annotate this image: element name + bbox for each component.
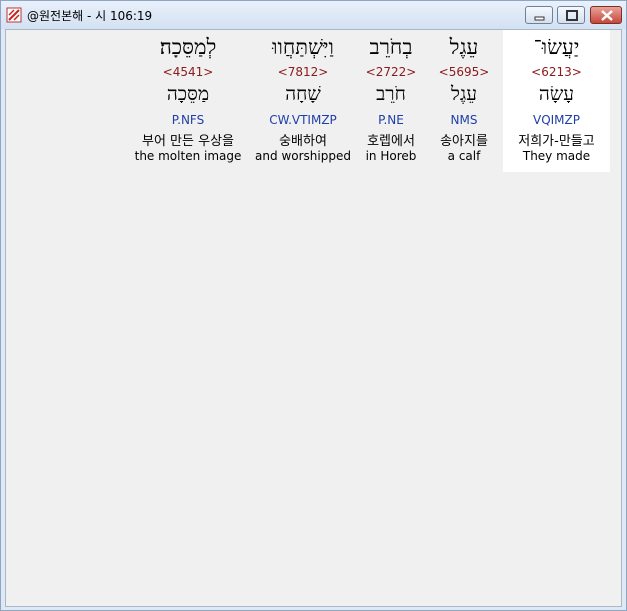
- minimize-button[interactable]: [525, 6, 553, 24]
- lemma: עָשָׂה: [538, 83, 575, 105]
- korean-gloss: 호렙에서: [367, 134, 415, 149]
- minimize-icon: [534, 16, 545, 21]
- strong-number[interactable]: <2722>: [357, 65, 425, 79]
- word-column[interactable]: עֵגֶל <5695> עֵגֶל NMS 송아지를 a calf: [429, 30, 499, 172]
- hebrew-word: עֵגֶל: [449, 35, 479, 59]
- close-icon: [601, 10, 613, 21]
- word-column-selected[interactable]: יַעֲשׂוּ־ <6213> עָשָׂה VQIMZP 저희가-만들고 T…: [503, 30, 610, 172]
- strong-number[interactable]: <7812>: [253, 65, 353, 79]
- hebrew-word: בְחֹרֵב: [369, 35, 413, 59]
- english-gloss: the molten image: [134, 149, 242, 163]
- strong-number[interactable]: <6213>: [503, 65, 610, 79]
- title-bar[interactable]: @원전본해 - 시 106:19: [1, 1, 626, 29]
- korean-gloss: 부어 만든 우상을: [142, 134, 234, 149]
- app-window: @원전본해 - 시 106:19 לְמַסֵּכָה׃ <4541> מַסֵ…: [0, 0, 627, 611]
- korean-gloss: 저희가-만들고: [518, 134, 595, 149]
- strong-number[interactable]: <5695>: [429, 65, 499, 79]
- close-button[interactable]: [590, 6, 622, 24]
- parse-code: P.NE: [378, 113, 404, 127]
- parse-code: CW.VTIMZP: [269, 113, 337, 127]
- parse-code: VQIMZP: [532, 113, 580, 127]
- maximize-icon: [566, 10, 578, 21]
- parse-code: NMS: [450, 113, 478, 127]
- parse-code: P.NFS: [171, 113, 205, 127]
- app-icon: [6, 7, 22, 23]
- strong-number[interactable]: <4541>: [129, 65, 247, 79]
- lemma: מַסֵּכָה: [166, 83, 210, 105]
- hebrew-word: לְמַסֵּכָה׃: [159, 35, 217, 59]
- english-gloss: They made: [522, 149, 591, 163]
- lemma: עֵגֶל: [451, 83, 477, 105]
- english-gloss: and worshipped: [255, 149, 351, 163]
- hebrew-word: וַיִּשְׁתַּחֲווּ: [272, 35, 334, 59]
- word-column[interactable]: וַיִּשְׁתַּחֲווּ <7812> שָׁחָה CW.VTIMZP…: [253, 30, 353, 172]
- english-gloss: in Horeb: [365, 149, 417, 163]
- word-column[interactable]: בְחֹרֵב <2722> חֹרֵב P.NE 호렙에서 in Horeb: [357, 30, 425, 172]
- korean-gloss: 송아지를: [440, 134, 488, 149]
- korean-gloss: 숭배하여: [279, 134, 327, 149]
- maximize-button[interactable]: [557, 6, 585, 24]
- english-gloss: a calf: [447, 149, 481, 163]
- hebrew-word: יַעֲשׂוּ־: [533, 35, 580, 59]
- lemma: שָׁחָה: [285, 83, 321, 105]
- interlinear-panel: לְמַסֵּכָה׃ <4541> מַסֵּכָה P.NFS 부어 만든 …: [5, 29, 622, 607]
- word-column[interactable]: לְמַסֵּכָה׃ <4541> מַסֵּכָה P.NFS 부어 만든 …: [129, 30, 247, 172]
- window-title: @원전본해 - 시 106:19: [27, 9, 153, 23]
- lemma: חֹרֵב: [376, 83, 406, 105]
